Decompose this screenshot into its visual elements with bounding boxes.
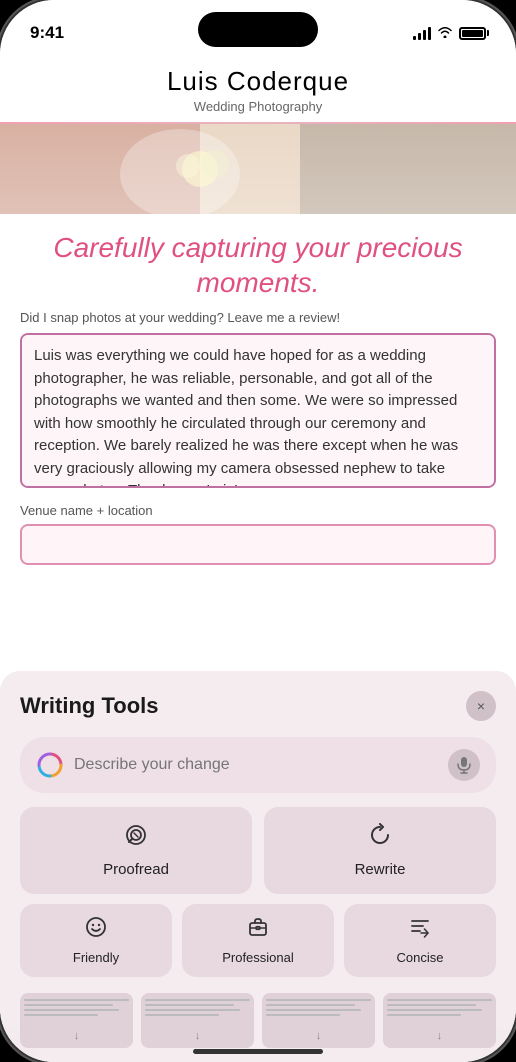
tagline-text: Carefully capturing your precious moment… — [0, 214, 516, 310]
writing-tools-title: Writing Tools — [20, 693, 159, 719]
mic-button[interactable] — [448, 749, 480, 781]
thumb-arrow-1: ↓ — [74, 1030, 80, 1042]
phone-frame: 9:41 Luis Coderque W — [0, 0, 516, 1062]
friendly-button[interactable]: Friendly — [20, 904, 172, 977]
rewrite-icon — [368, 823, 392, 853]
thumbnail-3[interactable]: ↓ — [262, 993, 375, 1048]
describe-input-container — [20, 737, 496, 793]
review-section: Did I snap photos at your wedding? Leave… — [0, 310, 516, 493]
venue-input[interactable] — [20, 524, 496, 565]
thumbnails-row: ↓ ↓ — [20, 987, 496, 1052]
concise-label: Concise — [397, 950, 444, 965]
concise-icon — [409, 916, 431, 944]
thumb-arrow-3: ↓ — [316, 1030, 322, 1042]
battery-icon — [459, 27, 486, 40]
home-indicator — [193, 1049, 323, 1054]
professional-label: Professional — [222, 950, 294, 965]
rewrite-label: Rewrite — [355, 861, 406, 878]
thumbnail-1[interactable]: ↓ — [20, 993, 133, 1048]
hero-photo — [0, 124, 516, 214]
rewrite-button[interactable]: Rewrite — [264, 807, 496, 894]
sparkle-icon — [36, 751, 64, 779]
friendly-icon — [85, 916, 107, 944]
status-time: 9:41 — [30, 23, 64, 43]
page-title: Luis Coderque — [20, 66, 496, 97]
status-icons — [413, 26, 486, 41]
professional-icon — [247, 916, 269, 944]
describe-change-input[interactable] — [74, 756, 438, 774]
thumbnail-4[interactable]: ↓ — [383, 993, 496, 1048]
tools-row-secondary: Friendly Professional — [20, 904, 496, 977]
friendly-label: Friendly — [73, 950, 119, 965]
professional-button[interactable]: Professional — [182, 904, 334, 977]
wifi-icon — [437, 26, 453, 41]
writing-tools-header: Writing Tools × — [20, 691, 496, 721]
review-input[interactable]: Luis was everything we could have hoped … — [20, 333, 496, 488]
thumb-arrow-2: ↓ — [195, 1030, 201, 1042]
venue-section: Venue name + location — [0, 493, 516, 571]
page-subtitle: Wedding Photography — [20, 99, 496, 114]
tools-row-main: Proofread Rewrite — [20, 807, 496, 894]
venue-label: Venue name + location — [20, 503, 496, 518]
proofread-button[interactable]: Proofread — [20, 807, 252, 894]
close-button[interactable]: × — [466, 691, 496, 721]
writing-tools-panel: Writing Tools × — [0, 671, 516, 1062]
thumbnail-2[interactable]: ↓ — [141, 993, 254, 1048]
proofread-icon — [124, 823, 148, 853]
review-prompt: Did I snap photos at your wedding? Leave… — [20, 310, 496, 325]
signal-icon — [413, 26, 431, 40]
page-header: Luis Coderque Wedding Photography — [0, 54, 516, 122]
dynamic-island — [198, 12, 318, 47]
proofread-label: Proofread — [103, 861, 169, 878]
main-content: Luis Coderque Wedding Photography — [0, 54, 516, 1062]
concise-button[interactable]: Concise — [344, 904, 496, 977]
thumb-arrow-4: ↓ — [437, 1030, 443, 1042]
